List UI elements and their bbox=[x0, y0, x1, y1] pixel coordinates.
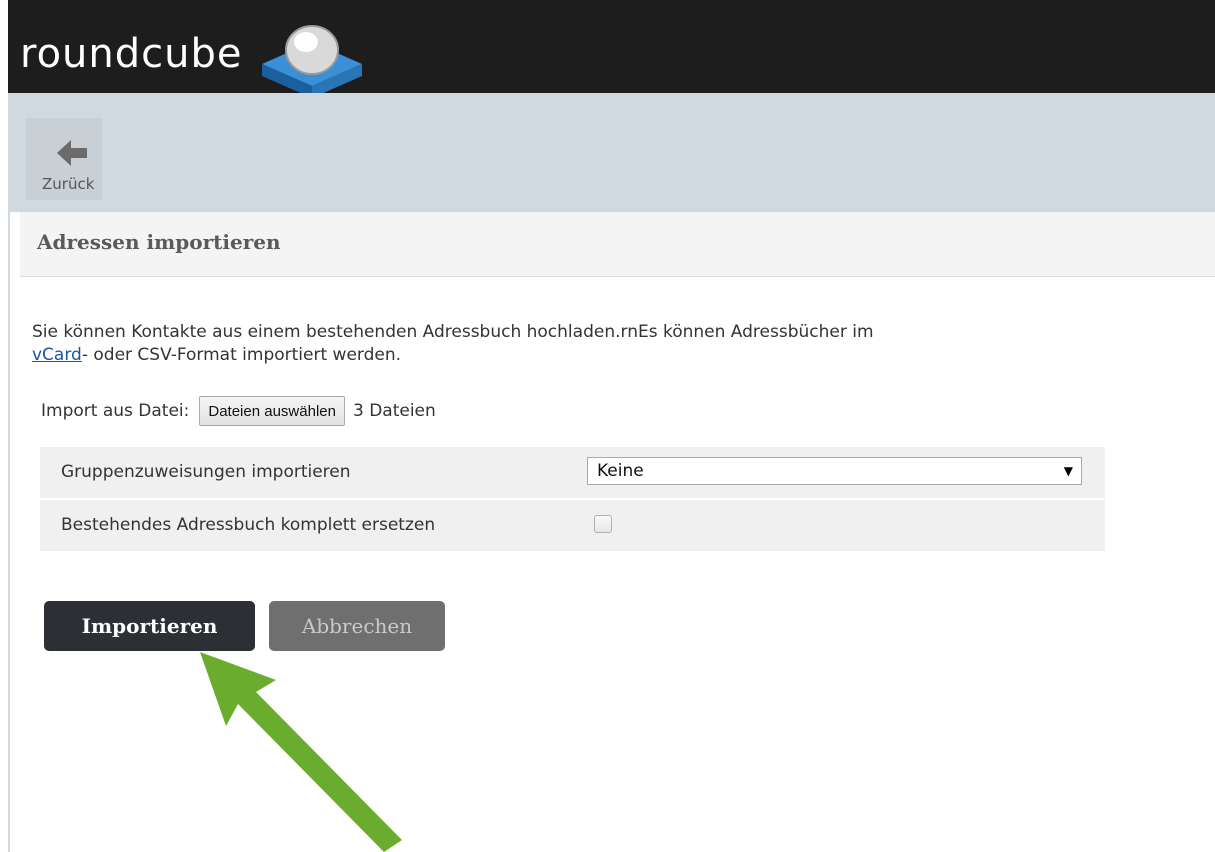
replace-label: Bestehendes Adressbuch komplett ersetzen bbox=[61, 515, 436, 535]
dropdown-arrow-icon: ▼ bbox=[1063, 464, 1073, 478]
back-label: Zurück bbox=[42, 175, 95, 193]
options-table: Gruppenzuweisungen importieren Keine ▼ B… bbox=[40, 447, 1105, 553]
intro-text: Sie können Kontakte aus einem bestehende… bbox=[32, 321, 1112, 367]
groups-select[interactable]: Keine ▼ bbox=[587, 457, 1082, 485]
app-header: roundcube bbox=[8, 0, 1215, 98]
page-title: Adressen importieren bbox=[37, 230, 281, 254]
arrow-left-icon bbox=[57, 140, 87, 166]
option-row-groups: Gruppenzuweisungen importieren Keine ▼ bbox=[40, 447, 1105, 500]
option-row-replace: Bestehendes Adressbuch komplett ersetzen bbox=[40, 500, 1105, 553]
toolbar: Zurück bbox=[8, 93, 1215, 212]
panel-header: Adressen importieren bbox=[20, 212, 1215, 277]
replace-checkbox[interactable] bbox=[594, 515, 612, 533]
file-label: Import aus Datei: bbox=[41, 401, 190, 421]
groups-label: Gruppenzuweisungen importieren bbox=[61, 462, 351, 482]
file-import-row: Import aus Datei: Dateien auswählen 3 Da… bbox=[41, 396, 436, 426]
back-button[interactable]: Zurück bbox=[26, 118, 102, 200]
roundcube-logo-icon bbox=[262, 25, 362, 98]
logo-text: roundcube bbox=[20, 31, 243, 77]
groups-select-value: Keine bbox=[597, 461, 644, 481]
file-status: 3 Dateien bbox=[352, 401, 436, 421]
vcard-link[interactable]: vCard bbox=[32, 345, 82, 365]
left-border bbox=[8, 212, 10, 852]
intro-text-tail: - oder CSV-Format importiert werden. bbox=[81, 345, 402, 365]
choose-files-button[interactable]: Dateien auswählen bbox=[199, 396, 345, 426]
green-arrow-icon bbox=[200, 652, 402, 852]
intro-text-main: Sie können Kontakte aus einem bestehende… bbox=[32, 322, 874, 342]
